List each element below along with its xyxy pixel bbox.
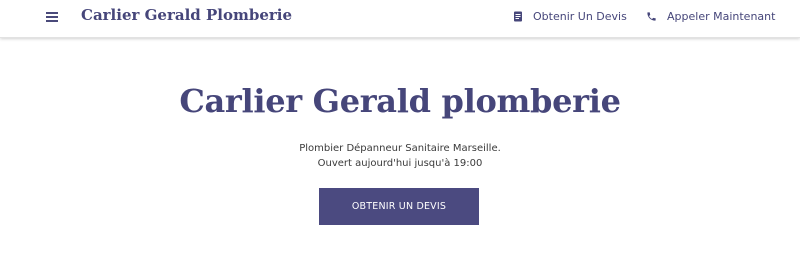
nav-call-now-label: Appeler Maintenant [667, 10, 776, 23]
document-icon [514, 11, 522, 22]
nav-obtain-quote-link[interactable]: Obtenir Un Devis [513, 10, 627, 23]
obtain-quote-button[interactable]: OBTENIR UN DEVIS [319, 188, 479, 225]
site-header: Carlier Gerald Plomberie Obtenir Un Devi… [0, 0, 800, 38]
site-title[interactable]: Carlier Gerald Plomberie [81, 6, 292, 24]
phone-icon [647, 12, 656, 21]
hero-title: Carlier Gerald plomberie [179, 82, 621, 120]
nav-obtain-quote-label: Obtenir Un Devis [533, 10, 627, 23]
nav-call-now-link[interactable]: Appeler Maintenant [646, 10, 775, 23]
hero-subtitle-hours: Ouvert aujourd'hui jusqu'à 19:00 [317, 158, 483, 169]
hero-subtitle-description: Plombier Dépanneur Sanitaire Marseille. [299, 143, 501, 154]
hamburger-menu-icon[interactable] [46, 12, 58, 22]
